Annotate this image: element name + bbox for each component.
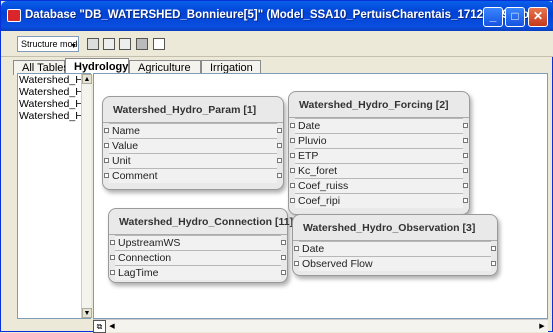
field-name: Coef_ripi	[298, 195, 341, 207]
link-pin-icon[interactable]	[294, 246, 299, 251]
list-item[interactable]: Watershed_Hydro	[18, 86, 90, 98]
field-row[interactable]: ETP	[290, 148, 468, 163]
table-watershed-hydro-connection[interactable]: Watershed_Hydro_Connection [11] Upstream…	[108, 208, 293, 283]
grid-view-icon[interactable]	[87, 38, 99, 50]
scroll-left-icon[interactable]: ◀	[107, 321, 117, 332]
field-name: Pluvio	[298, 135, 327, 147]
field-name: Comment	[112, 170, 158, 182]
list-item[interactable]: Watershed_Hydro	[18, 74, 90, 86]
field-name: UpstreamWS	[118, 237, 181, 249]
database-app-icon	[7, 9, 21, 22]
link-pin-icon[interactable]	[290, 198, 295, 203]
link-pin-icon[interactable]	[463, 153, 468, 158]
table-watershed-hydro-forcing[interactable]: Watershed_Hydro_Forcing [2] Date Pluvio …	[288, 91, 470, 215]
table-watershed-hydro-observation[interactable]: Watershed_Hydro_Observation [3] Date Obs…	[292, 214, 498, 276]
link-pin-icon[interactable]	[281, 240, 286, 245]
link-pin-icon[interactable]	[104, 128, 109, 133]
chevron-down-icon: ▼	[70, 43, 77, 50]
link-pin-icon[interactable]	[281, 270, 286, 275]
link-pin-icon[interactable]	[104, 158, 109, 163]
field-name: ETP	[298, 150, 319, 162]
scroll-up-icon[interactable]: ▲	[82, 74, 92, 84]
field-name: Coef_ruiss	[298, 180, 349, 192]
window-title: Database "DB_WATERSHED_Bonnieure[5]" (Mo…	[25, 9, 540, 21]
scroll-down-icon[interactable]: ▼	[82, 308, 92, 318]
link-pin-icon[interactable]	[491, 261, 496, 266]
field-name: Date	[302, 243, 325, 255]
field-row[interactable]: Coef_ruiss	[290, 178, 468, 193]
link-pin-icon[interactable]	[110, 270, 115, 275]
horizontal-scrollbar[interactable]: ⧉ ◀ ▶	[93, 319, 548, 333]
link-pin-icon[interactable]	[491, 246, 496, 251]
overview-icon[interactable]: ⧉	[93, 320, 106, 333]
align-icon[interactable]	[119, 38, 131, 50]
close-button[interactable]: ✕	[528, 7, 548, 27]
link-pin-icon[interactable]	[277, 158, 282, 163]
field-name: Kc_foret	[298, 165, 338, 177]
table-list-panel: Watershed_Hydro Watershed_Hydro Watershe…	[17, 73, 91, 319]
field-row[interactable]: Connection	[110, 250, 286, 265]
link-pin-icon[interactable]	[290, 168, 295, 173]
link-pin-icon[interactable]	[290, 183, 295, 188]
list-scrollbar[interactable]: ▲ ▼	[81, 74, 92, 318]
field-row[interactable]: Kc_foret	[290, 163, 468, 178]
field-name: Observed Flow	[302, 258, 373, 270]
blank-page-icon[interactable]	[153, 38, 165, 50]
columns-icon[interactable]	[136, 38, 148, 50]
mode-dropdown[interactable]: Structure mode ▼	[17, 36, 79, 52]
minimize-button[interactable]: _	[483, 7, 503, 27]
link-pin-icon[interactable]	[277, 173, 282, 178]
field-row[interactable]: Name	[104, 123, 282, 138]
database-window: Database "DB_WATERSHED_Bonnieure[5]" (Mo…	[0, 0, 553, 333]
link-pin-icon[interactable]	[110, 255, 115, 260]
link-pin-icon[interactable]	[104, 173, 109, 178]
link-pin-icon[interactable]	[281, 255, 286, 260]
field-row[interactable]: Comment	[104, 168, 282, 183]
link-pin-icon[interactable]	[290, 153, 295, 158]
field-name: Unit	[112, 155, 131, 167]
table-watershed-hydro-param[interactable]: Watershed_Hydro_Param [1] Name Value Uni…	[102, 96, 284, 190]
table-title: Watershed_Hydro_Param [1]	[103, 97, 283, 123]
link-pin-icon[interactable]	[294, 261, 299, 266]
field-row[interactable]: Unit	[104, 153, 282, 168]
list-view-icon[interactable]	[103, 38, 115, 50]
title-bar[interactable]: Database "DB_WATERSHED_Bonnieure[5]" (Mo…	[1, 1, 553, 31]
field-row[interactable]: Coef_ripi	[290, 193, 468, 208]
field-row[interactable]: Pluvio	[290, 133, 468, 148]
link-pin-icon[interactable]	[104, 143, 109, 148]
link-pin-icon[interactable]	[463, 198, 468, 203]
field-name: Name	[112, 125, 141, 137]
link-pin-icon[interactable]	[463, 168, 468, 173]
field-name: LagTime	[118, 267, 159, 279]
field-name: Date	[298, 120, 321, 132]
field-row[interactable]: UpstreamWS	[110, 235, 286, 250]
list-item[interactable]: Watershed_Hydro	[18, 98, 90, 110]
table-title: Watershed_Hydro_Observation [3]	[293, 215, 497, 241]
maximize-button[interactable]: □	[505, 7, 525, 27]
link-pin-icon[interactable]	[110, 240, 115, 245]
field-row[interactable]: Observed Flow	[294, 256, 496, 271]
link-pin-icon[interactable]	[463, 138, 468, 143]
structure-canvas: Watershed_Hydro_Param [1] Name Value Uni…	[93, 73, 548, 319]
table-title: Watershed_Hydro_Forcing [2]	[289, 92, 469, 118]
link-pin-icon[interactable]	[277, 128, 282, 133]
link-pin-icon[interactable]	[277, 143, 282, 148]
link-pin-icon[interactable]	[463, 123, 468, 128]
field-name: Value	[112, 140, 139, 152]
field-row[interactable]: LagTime	[110, 265, 286, 280]
field-row[interactable]: Date	[294, 241, 496, 256]
table-title: Watershed_Hydro_Connection [11]	[109, 209, 293, 235]
list-item[interactable]: Watershed_Hydro	[18, 110, 90, 122]
field-name: Connection	[118, 252, 172, 264]
scroll-right-icon[interactable]: ▶	[537, 321, 547, 332]
link-pin-icon[interactable]	[290, 138, 295, 143]
link-pin-icon[interactable]	[290, 123, 295, 128]
field-row[interactable]: Value	[104, 138, 282, 153]
link-pin-icon[interactable]	[463, 183, 468, 188]
field-row[interactable]: Date	[290, 118, 468, 133]
toolbar: Structure mode ▼	[1, 31, 553, 57]
